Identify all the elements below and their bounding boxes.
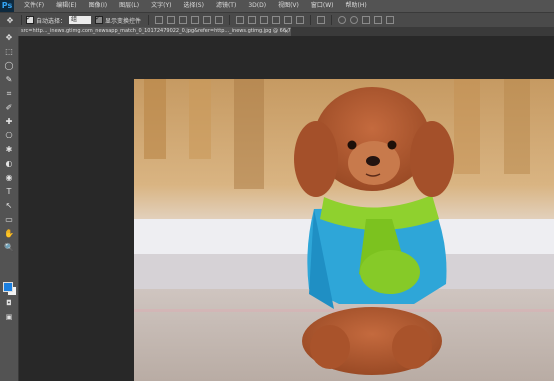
eyedropper-tool-icon[interactable]: ✐ bbox=[3, 103, 15, 112]
screen-mode-icon[interactable]: ▣ bbox=[3, 313, 15, 322]
menu-window[interactable]: 窗口(W) bbox=[305, 0, 340, 12]
canvas-area[interactable] bbox=[19, 37, 554, 381]
document-tab[interactable]: src=http..._inews.gtimg.com_newsapp_matc… bbox=[18, 27, 291, 36]
quick-mask-icon[interactable]: ◘ bbox=[3, 299, 15, 308]
distribute-bottom-icon[interactable] bbox=[260, 16, 269, 24]
3d-scale-icon[interactable] bbox=[386, 16, 395, 24]
foreground-color-swatch[interactable] bbox=[3, 282, 13, 292]
show-transform-label: 显示变换控件 bbox=[105, 17, 142, 25]
align-left-icon[interactable] bbox=[191, 16, 200, 24]
move-tool-icon[interactable]: ✥ bbox=[3, 15, 17, 25]
distribute-middle-icon[interactable] bbox=[248, 16, 257, 24]
divider bbox=[148, 15, 150, 25]
align-top-icon[interactable] bbox=[155, 16, 164, 24]
align-center-icon[interactable] bbox=[203, 16, 212, 24]
menu-edit[interactable]: 编辑(E) bbox=[50, 0, 82, 12]
distribute-center-icon[interactable] bbox=[284, 16, 293, 24]
zoom-tool-icon[interactable]: 🔍 bbox=[3, 243, 15, 252]
divider bbox=[21, 15, 22, 25]
shape-tool-icon[interactable]: ▭ bbox=[3, 215, 15, 224]
marquee-tool-icon[interactable]: ⬚ bbox=[3, 47, 15, 56]
close-icon[interactable]: × bbox=[284, 27, 289, 36]
brush-tool-icon[interactable]: ⎔ bbox=[3, 131, 15, 140]
healing-tool-icon[interactable]: ✚ bbox=[3, 117, 15, 126]
menu-filter[interactable]: 滤镜(T) bbox=[210, 0, 242, 12]
menu-type[interactable]: 文字(Y) bbox=[145, 0, 177, 12]
photoshop-logo: Ps bbox=[0, 0, 14, 12]
menu-select[interactable]: 选择(S) bbox=[177, 0, 210, 12]
crop-tool-icon[interactable]: ⌗ bbox=[3, 89, 15, 98]
clone-stamp-tool-icon[interactable]: ✱ bbox=[3, 145, 15, 154]
history-brush-tool-icon[interactable]: ◐ bbox=[3, 159, 15, 168]
menu-help[interactable]: 帮助(H) bbox=[340, 0, 373, 12]
quick-select-tool-icon[interactable]: ✎ bbox=[3, 75, 15, 84]
menu-bar: Ps 文件(F) 编辑(E) 图像(I) 图层(L) 文字(Y) 选择(S) 滤… bbox=[0, 0, 554, 12]
3d-pan-icon[interactable] bbox=[362, 16, 371, 24]
align-right-icon[interactable] bbox=[215, 16, 224, 24]
auto-select-checkbox[interactable] bbox=[26, 14, 34, 24]
show-transform-checkbox[interactable] bbox=[95, 14, 104, 24]
distribute-right-icon[interactable] bbox=[296, 16, 305, 24]
divider bbox=[310, 15, 312, 25]
poodle-photo bbox=[134, 79, 554, 381]
auto-select-dropdown[interactable]: 组 bbox=[69, 16, 92, 24]
path-select-tool-icon[interactable]: ↖ bbox=[3, 201, 15, 210]
auto-select-label: 自动选择： bbox=[36, 17, 67, 25]
3d-rotate-icon[interactable] bbox=[338, 16, 347, 24]
menu-3d[interactable]: 3D(D) bbox=[242, 0, 272, 12]
document-tab-bar: src=http..._inews.gtimg.com_newsapp_matc… bbox=[18, 27, 554, 36]
type-tool-icon[interactable]: T bbox=[3, 187, 15, 196]
menu-view[interactable]: 视图(V) bbox=[272, 0, 305, 12]
distribute-top-icon[interactable] bbox=[236, 16, 245, 24]
tools-panel: ✥ ⬚ ◯ ✎ ⌗ ✐ ✚ ⎔ ✱ ◐ ◉ T ↖ ▭ ✋ 🔍 ◘ ▣ bbox=[0, 27, 19, 381]
options-bar: ✥ 自动选择： 组 显示变换控件 bbox=[0, 12, 554, 28]
divider bbox=[229, 15, 231, 25]
align-bottom-icon[interactable] bbox=[179, 16, 188, 24]
menu-file[interactable]: 文件(F) bbox=[18, 0, 50, 12]
distribute-left-icon[interactable] bbox=[272, 16, 281, 24]
3d-slide-icon[interactable] bbox=[374, 16, 383, 24]
move-tool-icon[interactable]: ✥ bbox=[3, 33, 15, 42]
auto-align-icon[interactable] bbox=[317, 16, 326, 24]
menu-image[interactable]: 图像(I) bbox=[83, 0, 113, 12]
document-image[interactable] bbox=[134, 79, 554, 381]
divider bbox=[331, 15, 333, 25]
lasso-tool-icon[interactable]: ◯ bbox=[3, 61, 15, 70]
menu-layer[interactable]: 图层(L) bbox=[113, 0, 145, 12]
3d-roll-icon[interactable] bbox=[350, 16, 359, 24]
eraser-tool-icon[interactable]: ◉ bbox=[3, 173, 15, 182]
color-swatches[interactable] bbox=[3, 282, 17, 296]
align-middle-icon[interactable] bbox=[167, 16, 176, 24]
hand-tool-icon[interactable]: ✋ bbox=[3, 229, 15, 238]
